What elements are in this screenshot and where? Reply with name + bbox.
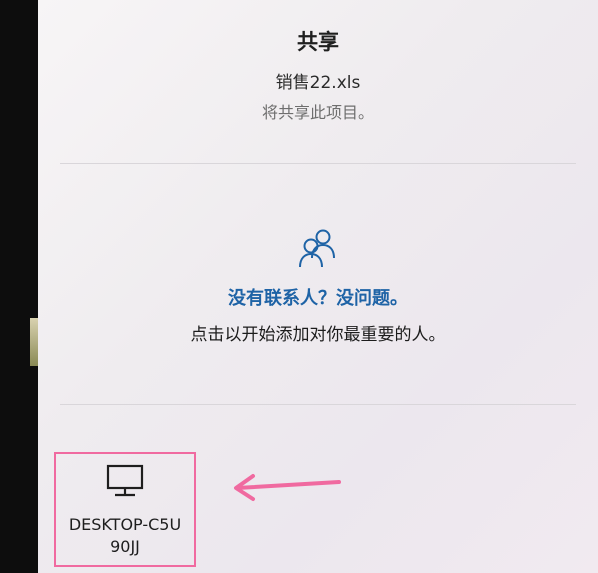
background-window-strip (0, 0, 38, 573)
no-contacts-heading[interactable]: 没有联系人？没问题。 (38, 284, 598, 310)
device-name: DESKTOP-C5U90JJ (68, 515, 182, 556)
share-panel: 共享 销售22.xls 将共享此项目。 没有联系人？没问题。 点击以开始添加对你… (38, 0, 598, 573)
background-window-edge (30, 318, 38, 366)
share-subtitle: 将共享此项目。 (261, 103, 374, 122)
share-title: 共享 (297, 30, 339, 54)
contacts-empty-state: 没有联系人？没问题。 点击以开始添加对你最重要的人。 (38, 228, 598, 345)
share-filename: 销售22.xls (275, 73, 361, 93)
annotation-arrow-icon (234, 474, 341, 501)
share-header: 共享 销售22.xls 将共享此项目。 (38, 26, 598, 123)
divider-bottom (60, 404, 576, 405)
people-icon (299, 229, 335, 268)
monitor-icon (106, 464, 144, 497)
add-contacts-hint: 点击以开始添加对你最重要的人。 (190, 325, 446, 345)
device-share-target[interactable]: DESKTOP-C5U90JJ (54, 452, 196, 567)
divider-top (60, 163, 576, 164)
